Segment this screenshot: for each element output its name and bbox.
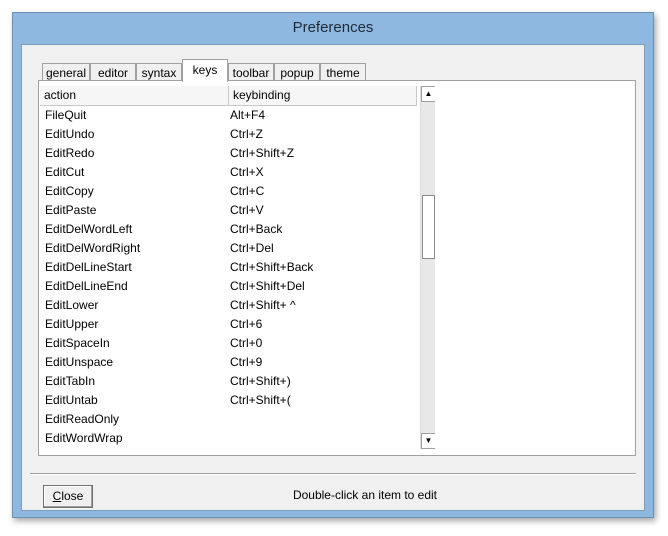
list-item[interactable]: EditDelLineStart Ctrl+Shift+Back (40, 258, 417, 277)
action-name: EditPaste (45, 203, 97, 217)
keybinding-value: Ctrl+9 (230, 355, 263, 369)
list-item[interactable]: EditCopy Ctrl+C (40, 182, 417, 201)
up-arrow-icon: ▲ (424, 89, 433, 98)
keybinding-value: Ctrl+Del (230, 241, 274, 255)
list-item[interactable]: EditUndo Ctrl+Z (40, 125, 417, 144)
action-name: FileQuit (45, 108, 87, 122)
action-name: EditReadOnly (45, 412, 120, 426)
keybinding-value: Ctrl+Shift+Z (230, 146, 295, 160)
tab-popup[interactable]: popup (274, 63, 320, 81)
close-label: lose (61, 489, 84, 503)
column-header-action[interactable]: action (40, 86, 229, 105)
list-item[interactable]: EditCut Ctrl+X (40, 163, 417, 182)
keybinding-value: Ctrl+X (230, 165, 264, 179)
action-name: EditRedo (45, 146, 95, 160)
list-item[interactable]: EditDelWordLeft Ctrl+Back (40, 220, 417, 239)
list-item[interactable]: EditRedo Ctrl+Shift+Z (40, 144, 417, 163)
action-name: EditDelWordLeft (45, 222, 133, 236)
preferences-window: Preferences general editor syntax keys t… (12, 12, 654, 518)
list-item[interactable]: EditWordWrap (40, 429, 417, 448)
window-title: Preferences (292, 19, 374, 36)
tab-editor[interactable]: editor (90, 63, 136, 81)
action-name: EditDelWordRight (45, 241, 141, 255)
list-item[interactable]: EditDelWordRight Ctrl+Del (40, 239, 417, 258)
action-name: EditCut (45, 165, 85, 179)
keybinding-value: Ctrl+Shift+ ^ (230, 298, 296, 312)
list-item[interactable]: EditLower Ctrl+Shift+ ^ (40, 296, 417, 315)
action-name: EditDelLineEnd (45, 279, 128, 293)
action-name: EditUntab (45, 393, 98, 407)
keybinding-value: Ctrl+0 (230, 336, 263, 350)
action-name: EditTabIn (45, 374, 96, 388)
list-item[interactable]: EditUpper Ctrl+6 (40, 315, 417, 334)
action-name: EditUnspace (45, 355, 114, 369)
scrollbar-thumb[interactable] (422, 195, 435, 259)
list-header: action keybinding (40, 86, 417, 106)
down-arrow-icon: ▼ (424, 436, 433, 445)
dialog-client-area: general editor syntax keys toolbar popup… (21, 44, 645, 511)
footer-divider (30, 473, 636, 475)
list-item[interactable]: EditUnspace Ctrl+9 (40, 353, 417, 372)
keybinding-value: Ctrl+6 (230, 317, 263, 331)
action-name: EditCopy (45, 184, 94, 198)
keybinding-value: Ctrl+C (230, 184, 265, 198)
tab-keys[interactable]: keys (182, 59, 228, 82)
action-name: EditWordWrap (45, 431, 123, 445)
edit-hint-text: Double-click an item to edit (292, 488, 438, 502)
keybinding-value: Ctrl+Z (230, 127, 263, 141)
keybinding-value: Ctrl+Shift+Del (230, 279, 305, 293)
list-item[interactable]: EditPaste Ctrl+V (40, 201, 417, 220)
list-item[interactable]: EditReadOnly (40, 410, 417, 429)
list-rows: FileQuit Alt+F4 EditUndo Ctrl+Z EditRedo Ct… (40, 106, 417, 448)
list-item[interactable]: EditUntab Ctrl+Shift+( (40, 391, 417, 410)
action-name: EditUpper (45, 317, 99, 331)
list-item[interactable]: EditTabIn Ctrl+Shift+) (40, 372, 417, 391)
keybinding-value: Ctrl+Shift+( (230, 393, 291, 407)
list-item[interactable]: EditDelLineEnd Ctrl+Shift+Del (40, 277, 417, 296)
tab-general[interactable]: general (42, 63, 90, 81)
action-name: EditLower (45, 298, 99, 312)
list-item[interactable]: FileQuit Alt+F4 (40, 106, 417, 125)
vertical-scrollbar[interactable]: ▲ ▼ (420, 86, 435, 449)
close-button[interactable]: Close (43, 485, 93, 508)
keys-tab-panel: action keybinding FileQuit Alt+F4 EditUnd… (38, 80, 636, 456)
tab-syntax[interactable]: syntax (136, 63, 182, 81)
action-name: EditUndo (45, 127, 95, 141)
action-name: EditDelLineStart (45, 260, 132, 274)
scroll-down-button[interactable]: ▼ (421, 433, 435, 449)
keybinding-value: Ctrl+Back (230, 222, 283, 236)
keybinding-value: Alt+F4 (230, 108, 266, 122)
tab-theme[interactable]: theme (320, 63, 366, 81)
list-item[interactable]: EditSpaceIn Ctrl+0 (40, 334, 417, 353)
tab-toolbar[interactable]: toolbar (228, 63, 274, 81)
keybinding-value: Ctrl+Shift+) (230, 374, 291, 388)
scroll-up-button[interactable]: ▲ (421, 86, 435, 102)
column-header-keybinding[interactable]: keybinding (229, 86, 417, 105)
keybinding-value: Ctrl+V (230, 203, 264, 217)
action-name: EditSpaceIn (45, 336, 110, 350)
keybinding-list[interactable]: action keybinding FileQuit Alt+F4 EditUnd… (40, 86, 435, 449)
keybinding-value: Ctrl+Shift+Back (230, 260, 314, 274)
